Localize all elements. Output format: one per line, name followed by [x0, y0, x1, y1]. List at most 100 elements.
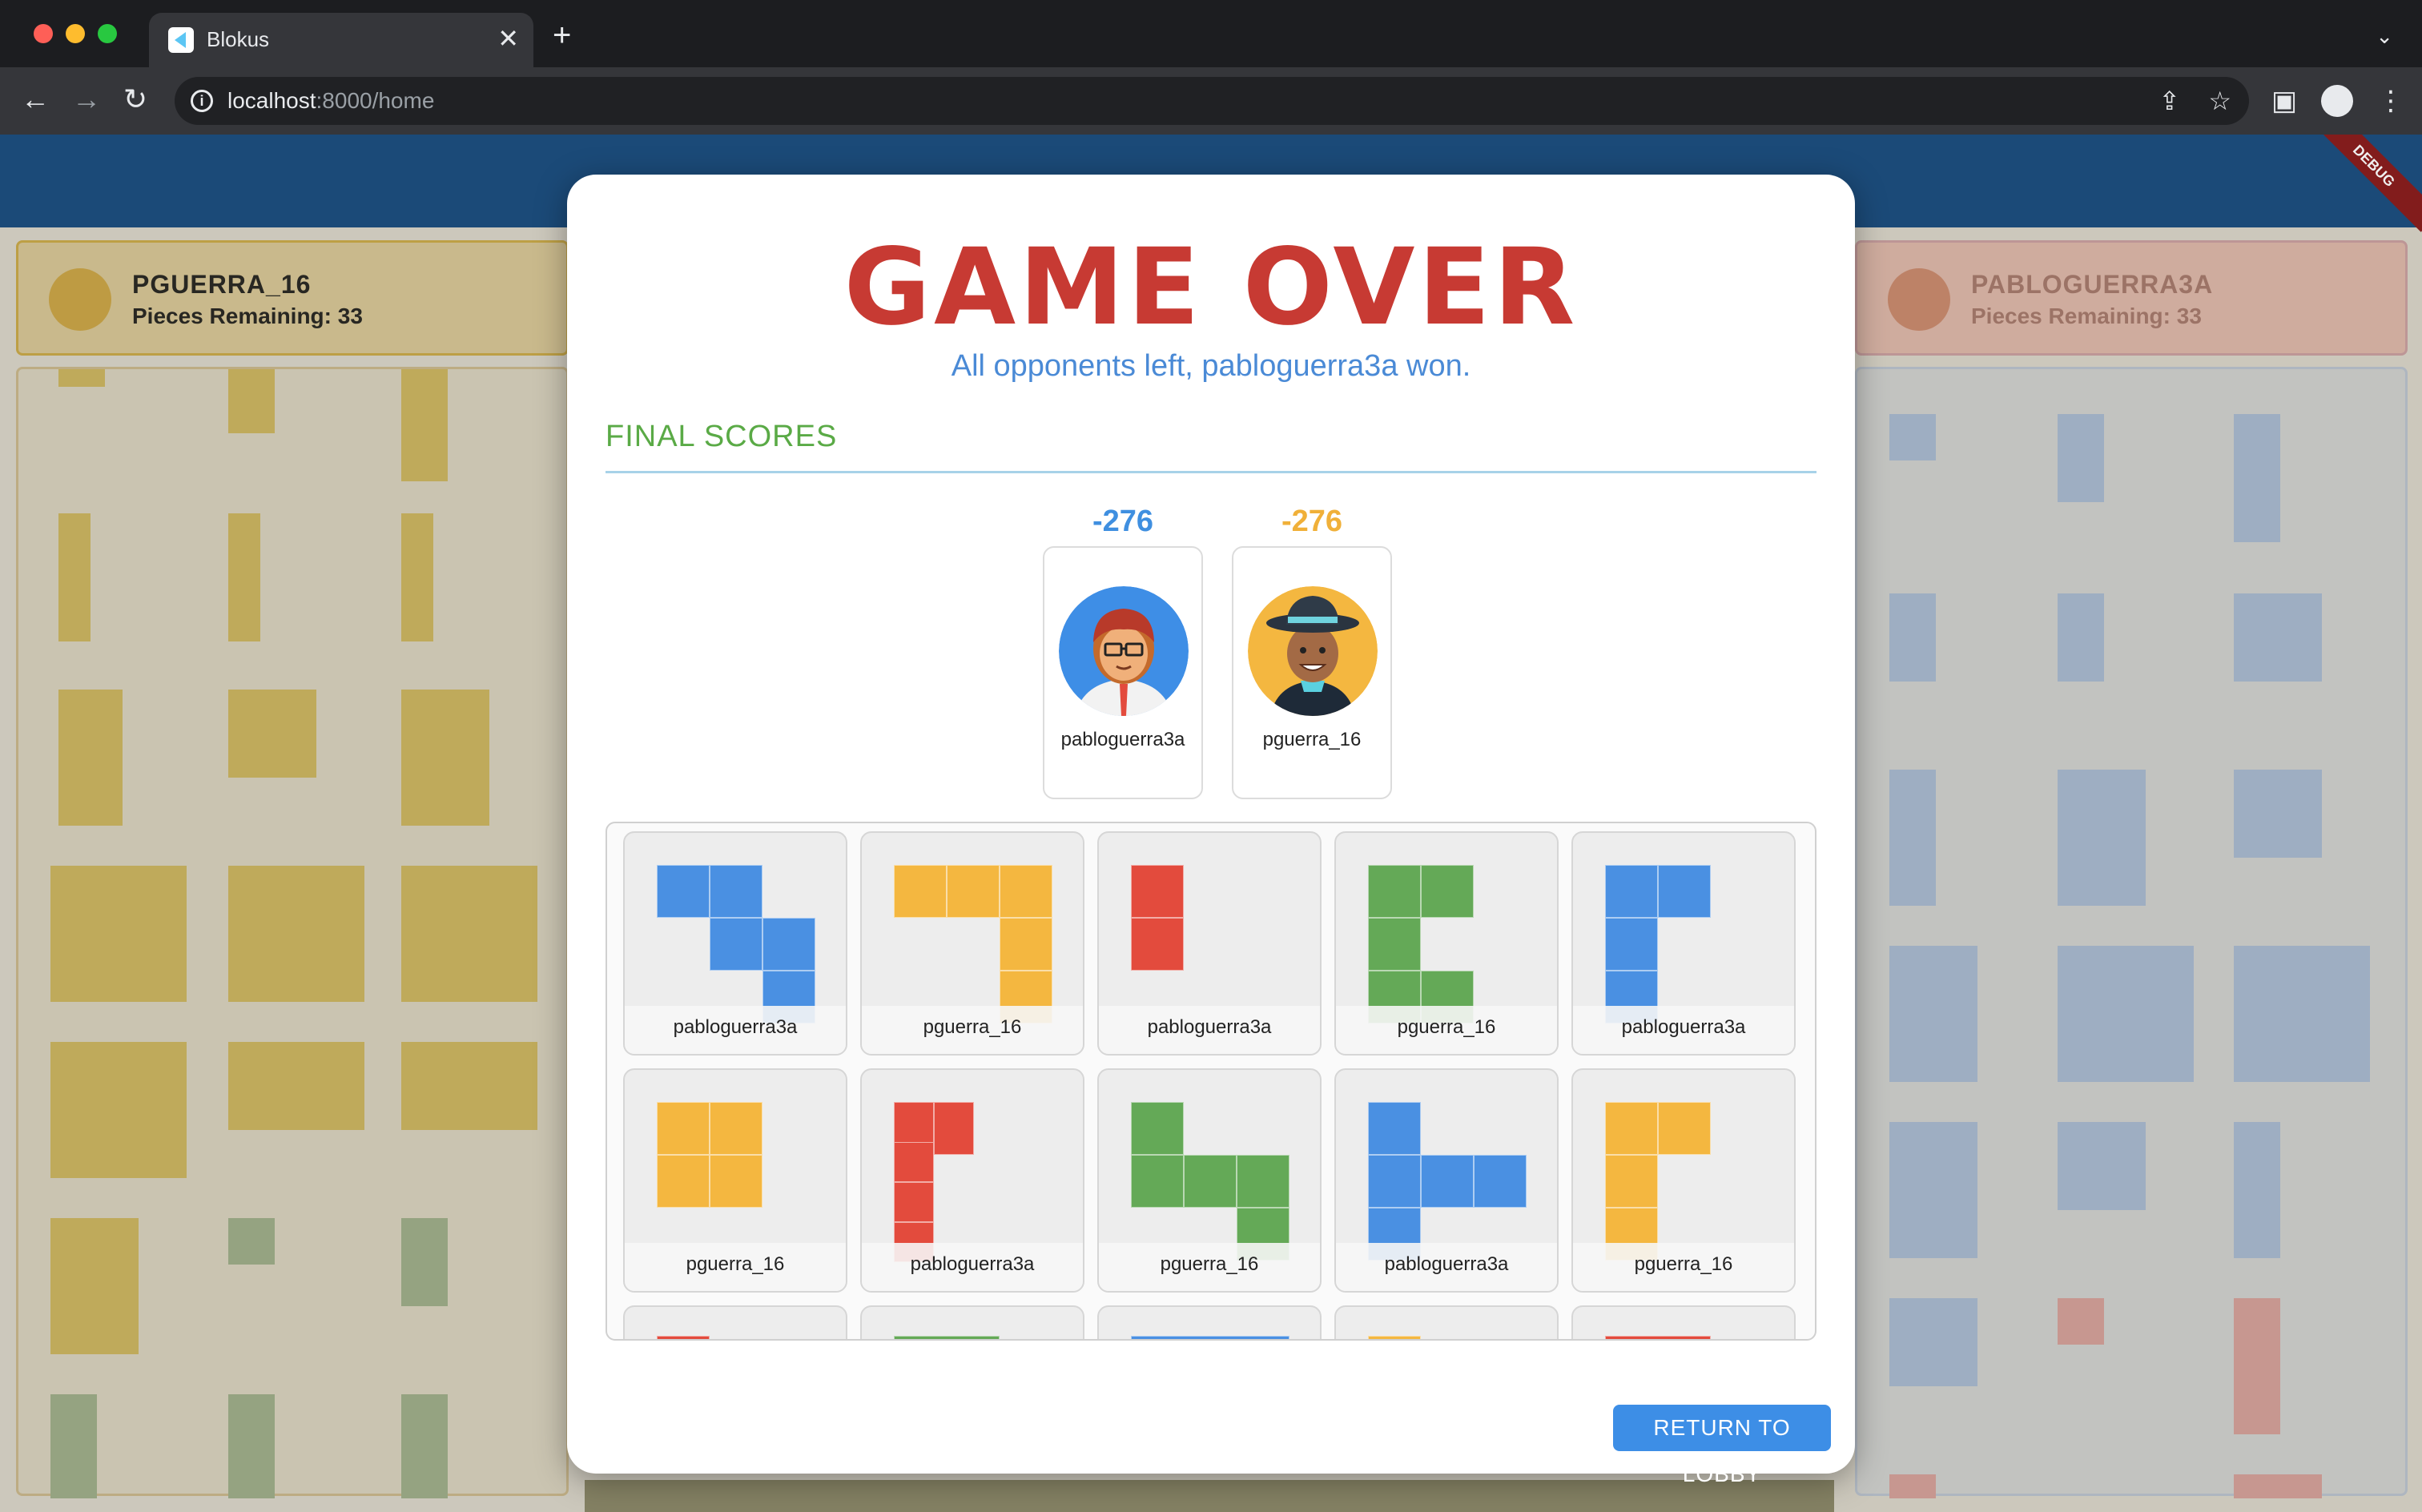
piece-tile: pabloguerra3a — [623, 831, 847, 1056]
piece-tile: pabloguerra3a — [1097, 831, 1322, 1056]
piece-cell — [1368, 1336, 1421, 1339]
piece-cell — [894, 1336, 1000, 1339]
avatar — [1059, 586, 1189, 716]
piece-cell — [894, 1142, 934, 1182]
piece-tile: pguerra_16 — [1097, 1068, 1322, 1293]
piece-cell — [947, 865, 1000, 918]
piece-cell — [1131, 1336, 1289, 1339]
tab-close-icon[interactable]: ✕ — [497, 24, 519, 53]
piece-cell — [657, 1336, 710, 1339]
piece-tile: pguerra_16 — [1334, 831, 1559, 1056]
tab-title: Blokus — [207, 27, 270, 51]
piece-cell — [1605, 918, 1658, 971]
piece-tile: pabloguerra3a — [1334, 1068, 1559, 1293]
piece-owner: pabloguerra3a — [1573, 1006, 1794, 1054]
piece-cell — [1131, 865, 1184, 918]
side-panel-icon[interactable]: ▣ — [2271, 85, 2297, 117]
flutter-favicon-icon — [168, 27, 194, 53]
browser-chrome: Blokus ✕ + ⌄ ← → ↻ i localhost:8000/home… — [0, 0, 2422, 135]
piece-cell — [657, 1102, 710, 1155]
address-bar[interactable]: i localhost:8000/home ⇪ ☆ — [175, 77, 2249, 125]
piece-tile — [623, 1305, 847, 1339]
game-over-title: GAME OVER — [843, 226, 1579, 349]
final-scores-heading: FINAL SCORES — [606, 420, 838, 453]
piece-cell — [894, 865, 947, 918]
piece-tile: pguerra_16 — [623, 1068, 847, 1293]
share-icon[interactable]: ⇪ — [2158, 86, 2180, 115]
url-host: localhost — [227, 88, 316, 113]
piece-cell — [1421, 865, 1474, 918]
new-tab-icon[interactable]: + — [553, 19, 571, 51]
piece-cell — [1605, 1102, 1658, 1155]
return-to-lobby-button[interactable]: RETURN TO LOBBY — [1613, 1405, 1831, 1486]
player-score-card: pguerra_16 — [1232, 546, 1392, 799]
site-info-icon[interactable]: i — [191, 90, 213, 112]
piece-cell — [1368, 1155, 1421, 1208]
redhead-glasses-avatar-icon — [1059, 586, 1189, 716]
piece-cell — [762, 918, 815, 971]
bookmark-star-icon[interactable]: ☆ — [2208, 86, 2231, 115]
piece-cell — [710, 1102, 762, 1155]
zoom-window-button[interactable] — [98, 24, 117, 43]
piece-cell — [1368, 865, 1421, 918]
piece-cell — [1368, 1102, 1421, 1155]
piece-cell — [1131, 918, 1184, 971]
piece-owner: pabloguerra3a — [1099, 1006, 1320, 1054]
remaining-pieces-grid[interactable]: pabloguerra3a pguerra_16 pabloguerra3a p… — [606, 822, 1816, 1341]
player-score-card: pabloguerra3a — [1043, 546, 1203, 799]
piece-owner: pguerra_16 — [862, 1006, 1083, 1054]
piece-owner: pabloguerra3a — [625, 1006, 846, 1054]
url-text[interactable]: localhost:8000/home — [227, 88, 434, 114]
game-page: DEBUG PGUERRA_16 Pieces Remaining: 33 PA… — [0, 135, 2422, 1512]
piece-cell — [894, 1182, 934, 1222]
tab-search-chevron-icon[interactable]: ⌄ — [2376, 24, 2393, 49]
piece-cell — [1131, 1155, 1184, 1208]
avatar — [1248, 586, 1378, 716]
piece-owner: pabloguerra3a — [1336, 1243, 1557, 1291]
minimize-window-button[interactable] — [66, 24, 85, 43]
piece-cell — [1000, 865, 1052, 918]
url-path: :8000/home — [316, 88, 435, 113]
browser-toolbar: ← → ↻ i localhost:8000/home ⇪ ☆ ▣ ⋮ — [0, 67, 2422, 135]
fedora-man-avatar-icon — [1248, 586, 1378, 716]
piece-tile: pabloguerra3a — [1571, 831, 1796, 1056]
piece-tile: pguerra_16 — [1571, 1068, 1796, 1293]
piece-tile: pabloguerra3a — [860, 1068, 1084, 1293]
piece-owner: pguerra_16 — [1573, 1243, 1794, 1291]
piece-cell — [1421, 1155, 1474, 1208]
heading-divider — [606, 471, 1816, 473]
piece-cell — [710, 865, 762, 918]
piece-owner: pguerra_16 — [1099, 1243, 1320, 1291]
piece-cell — [710, 918, 762, 971]
profile-avatar-icon[interactable] — [2321, 85, 2353, 117]
piece-cell — [1474, 1155, 1527, 1208]
player-name: pguerra_16 — [1262, 729, 1362, 750]
piece-cell — [1368, 918, 1421, 971]
browser-tab[interactable]: Blokus ✕ — [149, 13, 533, 67]
browser-menu-icon[interactable]: ⋮ — [2377, 85, 2404, 117]
piece-cell — [1237, 1155, 1289, 1208]
piece-owner: pabloguerra3a — [862, 1243, 1083, 1291]
piece-cell — [1000, 918, 1052, 971]
forward-arrow-icon[interactable]: → — [72, 83, 101, 115]
piece-tile — [1097, 1305, 1322, 1339]
game-over-dialog: GAME OVER All opponents left, pabloguerr… — [567, 175, 1855, 1486]
piece-cell — [934, 1102, 974, 1155]
piece-cell — [1605, 1336, 1711, 1339]
piece-cell — [1131, 1102, 1184, 1155]
player-name: pabloguerra3a — [1060, 729, 1185, 750]
piece-cell — [1605, 865, 1658, 918]
piece-tile: pguerra_16 — [860, 831, 1084, 1056]
piece-tile — [860, 1305, 1084, 1339]
piece-cell — [1184, 1155, 1237, 1208]
reload-icon[interactable]: ↻ — [123, 83, 147, 115]
piece-cell — [1605, 1155, 1658, 1208]
player-score: -276 — [1281, 505, 1343, 538]
game-over-subtitle: All opponents left, pabloguerra3a won. — [951, 349, 1471, 383]
tab-strip: Blokus ✕ + ⌄ — [0, 0, 2422, 67]
piece-tile — [1334, 1305, 1559, 1339]
close-window-button[interactable] — [34, 24, 53, 43]
player-score: -276 — [1092, 505, 1154, 538]
back-arrow-icon[interactable]: ← — [21, 83, 50, 115]
piece-owner: pguerra_16 — [625, 1243, 846, 1291]
